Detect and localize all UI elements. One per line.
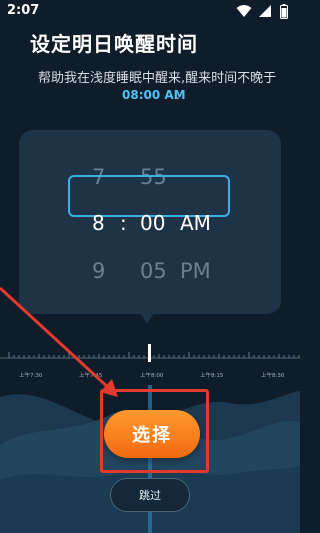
picker-hour-selected[interactable]: 8: [92, 211, 105, 235]
battery-icon: [280, 4, 288, 19]
status-bar: 2:07: [0, 0, 300, 24]
ruler-label: 上午8:00: [140, 373, 164, 379]
picker-hour-below[interactable]: 9: [92, 259, 105, 283]
picker-minute-below[interactable]: 05: [140, 259, 167, 283]
ruler-label: 上午7:45: [79, 373, 103, 379]
annotation-highlight-box: [100, 389, 209, 473]
skip-button[interactable]: 跳过: [110, 478, 190, 512]
ruler-current-marker: [148, 344, 151, 362]
wifi-icon: [236, 5, 252, 17]
signal-icon: [259, 5, 271, 17]
picker-minute-selected[interactable]: 00: [140, 211, 165, 235]
ruler-label: 上午8:30: [261, 373, 285, 379]
subtitle-text: 帮助我在浅度睡眠中醒来,醒来时间不晚于: [38, 71, 277, 86]
picker-separator: :: [120, 211, 127, 235]
time-ruler[interactable]: [0, 340, 300, 388]
ruler-label: 上午7:30: [19, 373, 43, 379]
picker-period-below[interactable]: PM: [180, 259, 211, 283]
page-title: 设定明日唤醒时间: [30, 32, 198, 56]
picker-period-selected[interactable]: AM: [180, 211, 211, 235]
ruler-label: 上午8:15: [200, 373, 224, 379]
status-time: 2:07: [7, 3, 40, 18]
time-picker-pointer: [138, 310, 156, 324]
status-icons: [230, 4, 294, 20]
deadline-suffix: .: [176, 88, 180, 102]
